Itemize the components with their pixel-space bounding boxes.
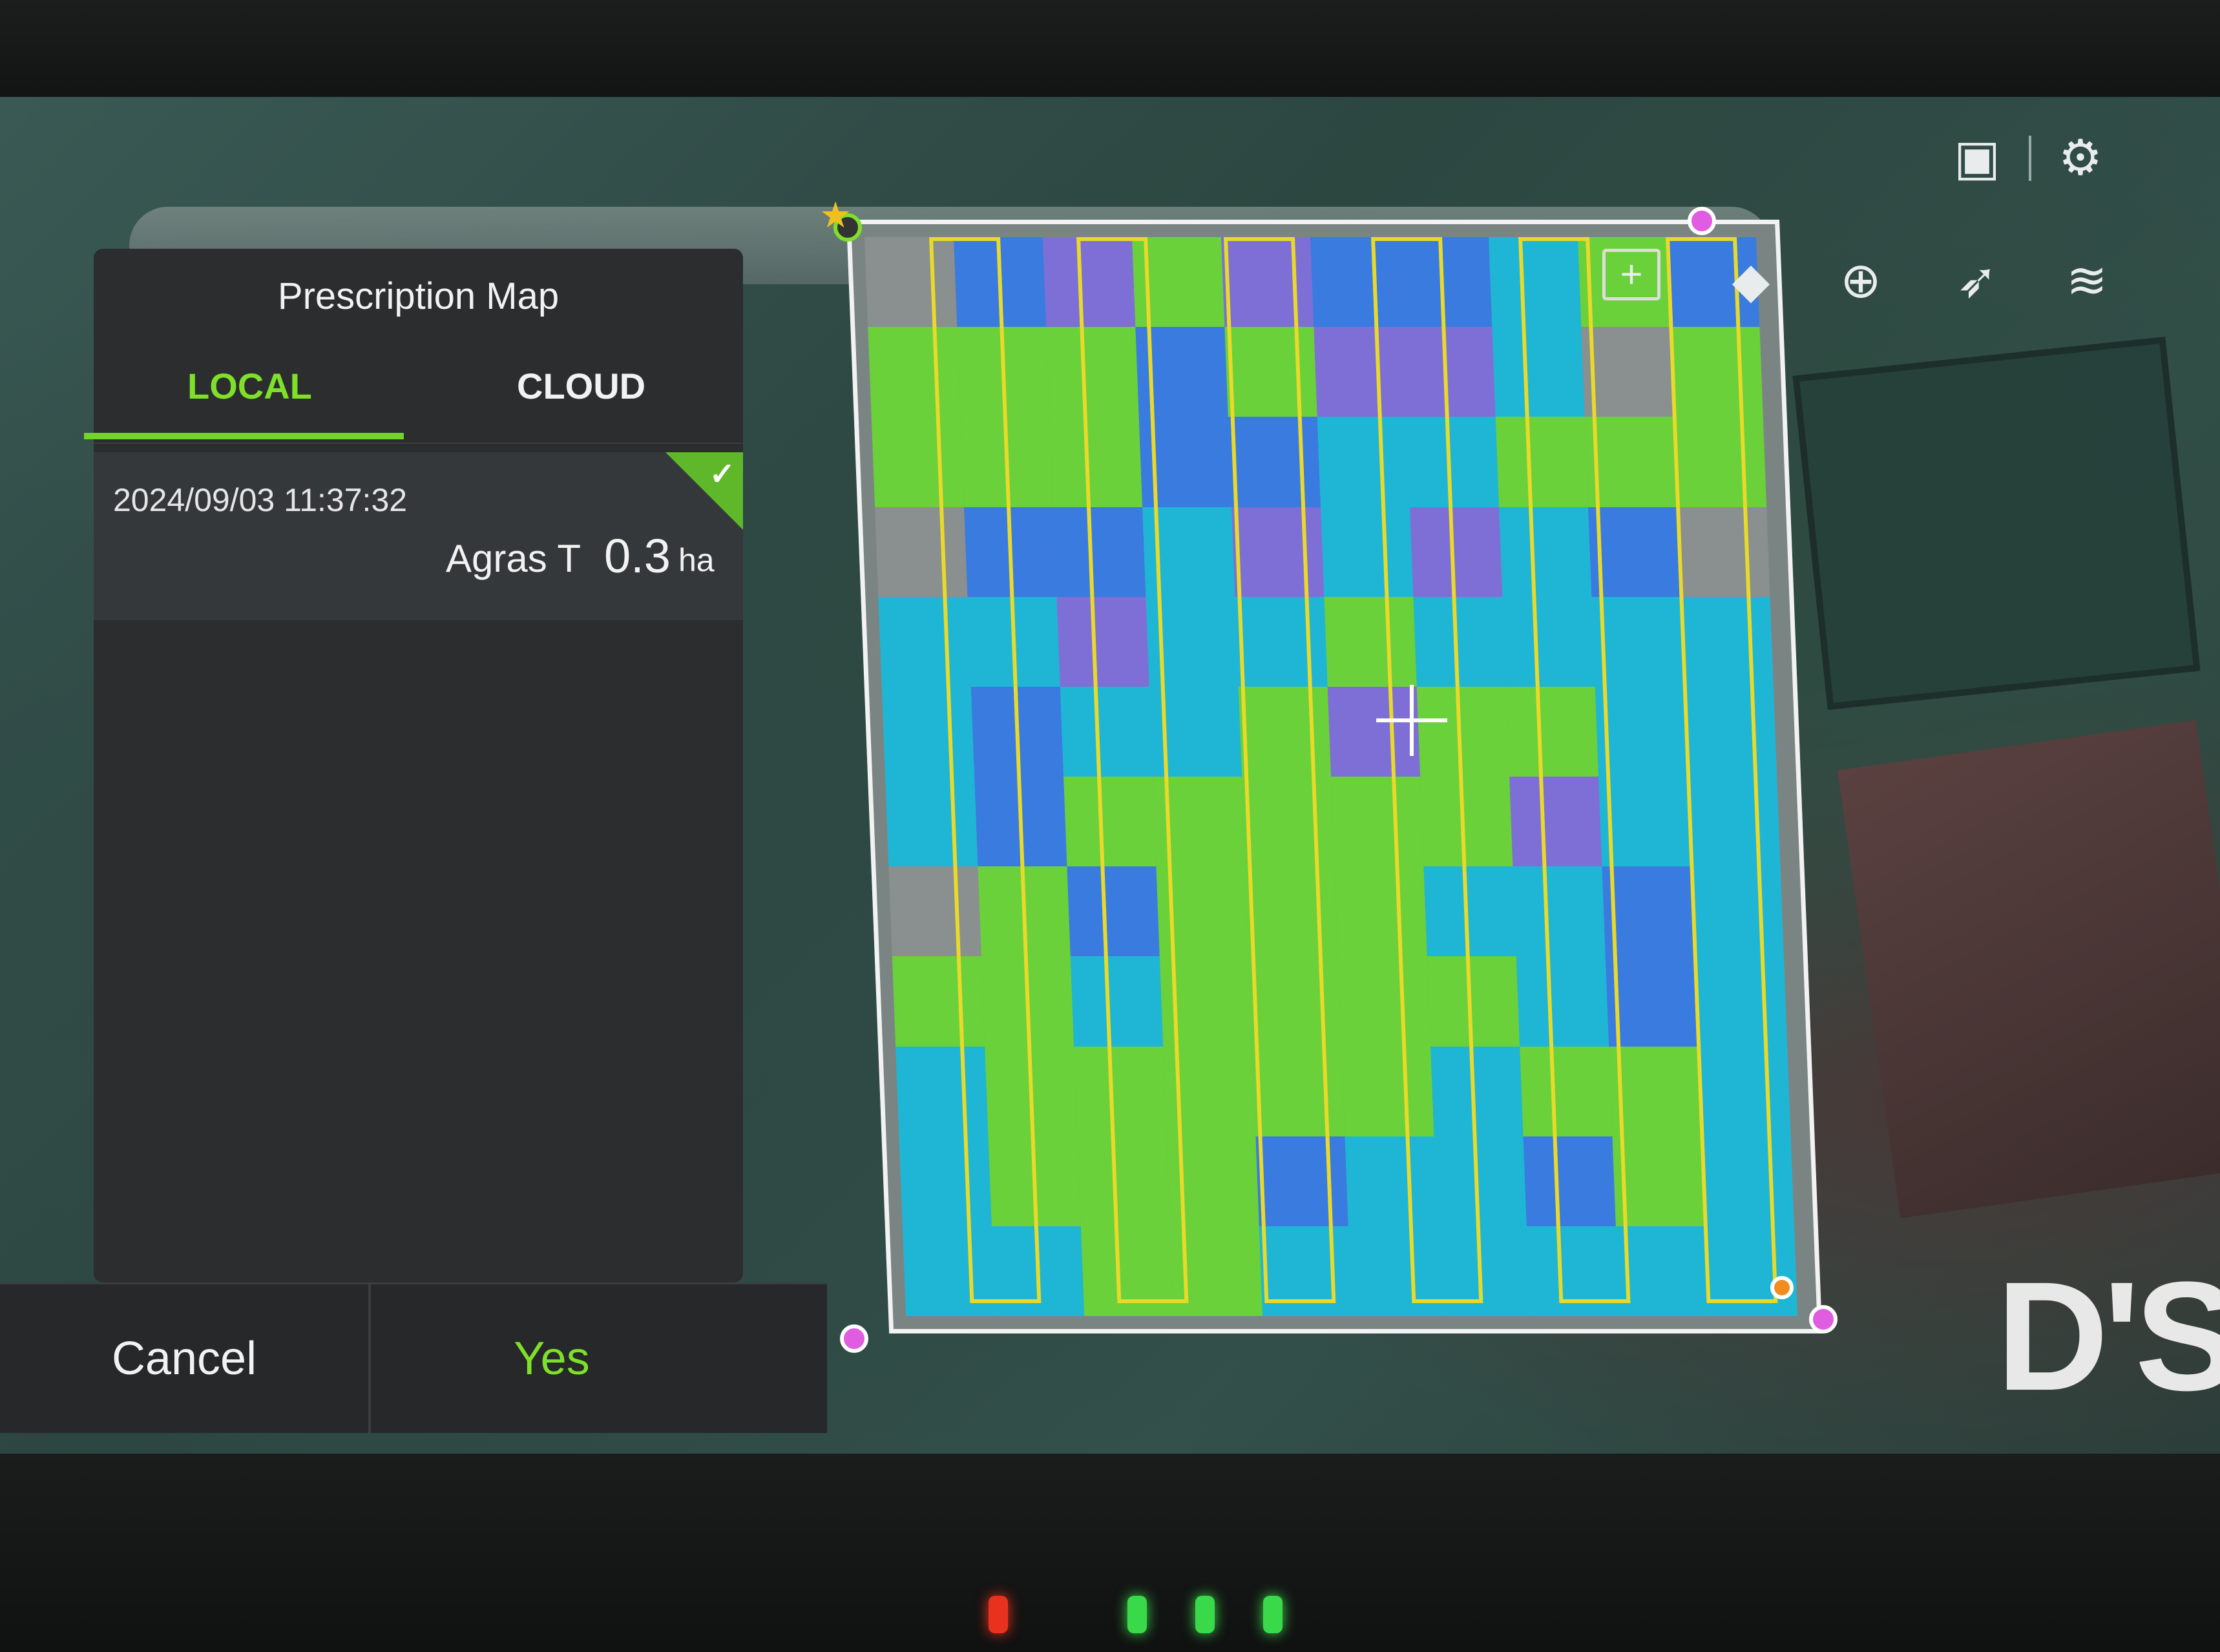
map-overlay-text: D'S bbox=[1996, 1249, 2220, 1423]
status-led-red bbox=[989, 1596, 1008, 1633]
layers-icon[interactable]: ≋ bbox=[2055, 249, 2119, 313]
prescription-list-item[interactable]: 2024/09/03 11:37:32 Agras T 0.3 ha ✓ bbox=[94, 452, 743, 620]
map-plot bbox=[1792, 337, 2201, 710]
item-unit: ha bbox=[678, 542, 715, 578]
vertex-bottom-right[interactable] bbox=[1809, 1305, 1838, 1333]
prescription-map-panel: Prescription Map LOCAL CLOUD 2024/09/03 … bbox=[0, 249, 827, 1433]
tab-divider bbox=[94, 443, 743, 444]
route-lane bbox=[1518, 237, 1631, 1303]
field-boundary[interactable] bbox=[846, 220, 1823, 1333]
route-lane bbox=[929, 237, 1042, 1303]
panel-title: Prescription Map bbox=[277, 275, 560, 317]
tab-active-indicator bbox=[84, 433, 404, 439]
vertex-bottom-left[interactable] bbox=[840, 1324, 868, 1353]
add-folder-icon[interactable]: + bbox=[1602, 249, 1660, 300]
route-lane bbox=[1076, 237, 1189, 1303]
device-bezel-bottom bbox=[0, 1454, 2220, 1652]
eraser-icon[interactable]: ◆ bbox=[1719, 249, 1783, 313]
map-roof bbox=[1838, 720, 2220, 1218]
vertex-top-right[interactable] bbox=[1688, 207, 1716, 235]
status-led-green-1 bbox=[1127, 1596, 1147, 1633]
status-led-green-3 bbox=[1263, 1596, 1283, 1633]
item-area: 0.3 bbox=[604, 529, 671, 583]
flight-route bbox=[864, 237, 1797, 1316]
tab-cloud[interactable]: CLOUD bbox=[517, 365, 645, 407]
remote-controller-icon[interactable]: ▣ bbox=[1945, 126, 2009, 191]
drone-add-icon[interactable]: ⊕ bbox=[1828, 249, 1893, 313]
item-date: 2024/09/03 11:37:32 bbox=[113, 482, 408, 518]
navigate-arrow-icon[interactable]: ➶ bbox=[1945, 249, 2009, 313]
check-icon: ✓ bbox=[709, 457, 735, 492]
status-led-green-2 bbox=[1195, 1596, 1215, 1633]
route-lane bbox=[1666, 237, 1778, 1303]
tab-local[interactable]: LOCAL bbox=[187, 365, 312, 407]
route-end-marker bbox=[1770, 1276, 1794, 1299]
panel-footer: Cancel Yes bbox=[0, 1282, 827, 1433]
home-star-icon: ★ bbox=[819, 194, 852, 235]
settings-gear-icon[interactable]: ⚙ bbox=[2048, 126, 2113, 191]
cancel-button[interactable]: Cancel bbox=[0, 1284, 371, 1433]
route-lane bbox=[1371, 237, 1483, 1303]
toolbar-divider bbox=[2029, 136, 2031, 181]
yes-button[interactable]: Yes bbox=[371, 1284, 733, 1433]
item-model: Agras T bbox=[446, 537, 581, 580]
center-crosshair-icon bbox=[1376, 685, 1447, 756]
route-lane bbox=[1224, 237, 1336, 1303]
